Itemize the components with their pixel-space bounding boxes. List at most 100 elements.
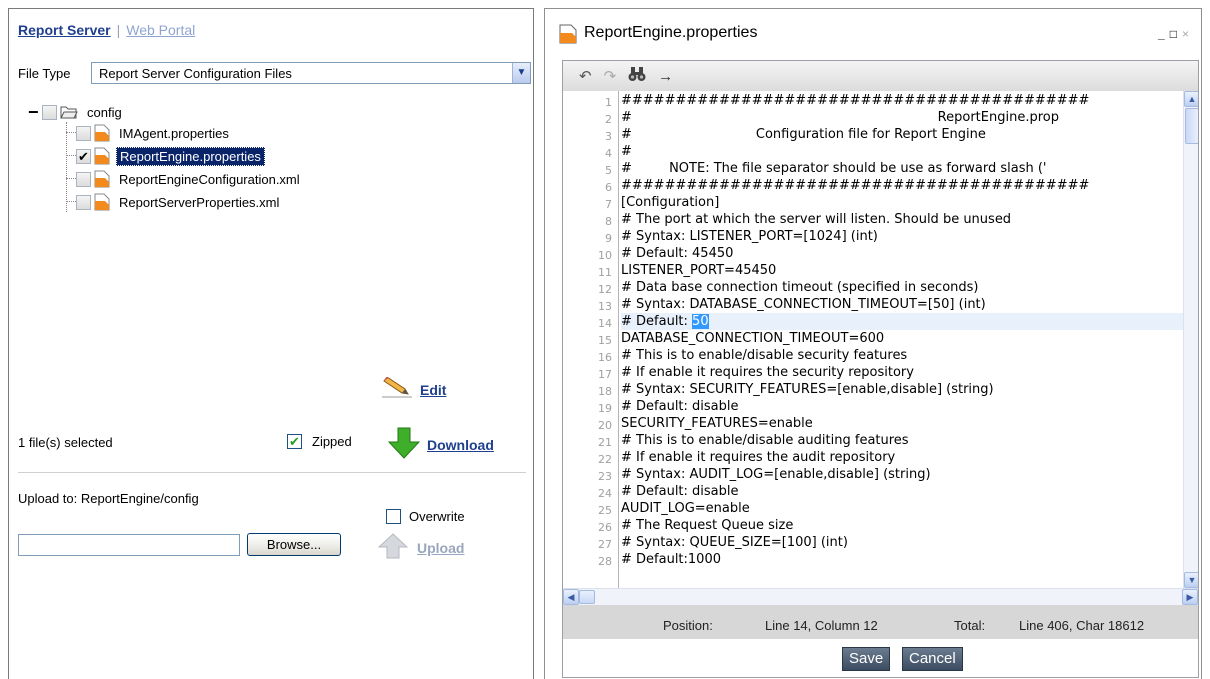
maximize-icon[interactable]: □ — [1170, 27, 1177, 41]
code-line[interactable]: # Syntax: LISTENER_PORT=[1024] (int) — [621, 228, 878, 245]
upload-arrow-icon[interactable] — [377, 533, 409, 562]
divider — [18, 472, 526, 473]
overwrite-checkbox[interactable] — [386, 509, 401, 524]
line-number: 27 — [598, 538, 612, 551]
code-line[interactable]: # Syntax: DATABASE_CONNECTION_TIMEOUT=[5… — [621, 296, 986, 313]
find-binoculars-icon[interactable] — [628, 66, 646, 86]
file-checkbox[interactable] — [76, 194, 91, 210]
code-line[interactable]: # — [621, 143, 632, 160]
goto-line-icon[interactable]: → — [658, 68, 673, 85]
horizontal-scroll-thumb[interactable] — [579, 590, 595, 604]
zipped-option[interactable]: ✔ Zipped — [287, 434, 352, 449]
collapse-icon[interactable]: − — [28, 103, 42, 121]
tab-report-server[interactable]: Report Server — [18, 22, 111, 38]
scroll-up-icon[interactable]: ▲ — [1184, 91, 1198, 107]
vertical-scrollbar[interactable]: ▲ ▼ — [1183, 91, 1198, 588]
zipped-label: Zipped — [312, 434, 352, 449]
code-line[interactable]: # Default:1000 — [621, 551, 721, 568]
code-line[interactable]: # Syntax: QUEUE_SIZE=[100] (int) — [621, 534, 848, 551]
pencil-icon[interactable] — [382, 376, 412, 402]
position-value: Line 14, Column 12 — [765, 618, 878, 633]
file-type-select[interactable]: Report Server Configuration Files ▼ — [91, 62, 531, 84]
horizontal-scrollbar[interactable]: ◀ ▶ — [563, 588, 1198, 605]
scroll-down-icon[interactable]: ▼ — [1184, 572, 1198, 588]
tree-item-label: ReportEngine.properties — [116, 146, 265, 166]
code-line[interactable]: # The port at which the server will list… — [621, 211, 1011, 228]
code-line[interactable]: # Default: disable — [621, 483, 739, 500]
line-number: 5 — [605, 164, 612, 177]
file-checkbox[interactable] — [76, 125, 91, 141]
code-line[interactable]: # NOTE: The file separator should be use… — [621, 160, 1047, 177]
line-number: 7 — [605, 198, 612, 211]
tree-item[interactable]: IMAgent.properties — [76, 123, 232, 143]
minimize-icon[interactable]: _ — [1158, 27, 1165, 41]
upload-link[interactable]: Upload — [417, 540, 464, 556]
scroll-right-icon[interactable]: ▶ — [1182, 589, 1198, 605]
vertical-scroll-thumb[interactable] — [1185, 108, 1198, 144]
tree-item[interactable]: ✔ ReportEngine.properties — [76, 146, 265, 166]
tree-item[interactable]: ReportEngineConfiguration.xml — [76, 169, 303, 189]
code-line[interactable]: # Data base connection timeout (specifie… — [621, 279, 979, 296]
code-line[interactable]: LISTENER_PORT=45450 — [621, 262, 776, 279]
code-line[interactable]: # Configuration file for Report Engine — [621, 126, 986, 143]
code-line[interactable]: # Default: 45450 — [621, 245, 733, 262]
tree-item-label: IMAgent.properties — [119, 125, 229, 141]
line-number: 20 — [598, 419, 612, 432]
line-number: 19 — [598, 402, 612, 415]
close-icon[interactable]: × — [1182, 27, 1189, 41]
upload-action[interactable]: Upload — [377, 533, 464, 562]
download-arrow-icon[interactable] — [387, 427, 421, 462]
edit-action[interactable]: Edit — [382, 376, 446, 402]
save-button[interactable]: Save — [842, 647, 891, 671]
line-number: 1 — [605, 96, 612, 109]
code-line[interactable]: # Default: disable — [621, 398, 739, 415]
code-line[interactable]: # If enable it requires the security rep… — [621, 364, 914, 381]
code-line[interactable]: # Default: 50 — [621, 313, 1183, 330]
cancel-button[interactable]: Cancel — [902, 647, 963, 671]
code-line[interactable]: ########################################… — [621, 177, 1089, 194]
zipped-checkbox[interactable]: ✔ — [287, 434, 302, 449]
line-number: 10 — [598, 249, 612, 262]
redo-icon[interactable]: ↷ — [604, 67, 617, 85]
tree-connector — [66, 178, 76, 179]
tab-web-portal[interactable]: Web Portal — [126, 22, 195, 38]
scroll-left-icon[interactable]: ◀ — [563, 589, 579, 605]
code-line[interactable]: [Configuration] — [621, 194, 719, 211]
editor-titlebar: ReportEngine.properties _ □ × — [545, 9, 1201, 51]
tree-root[interactable]: − config — [28, 102, 125, 122]
overwrite-option[interactable]: Overwrite — [386, 509, 465, 524]
code-line[interactable]: # Syntax: AUDIT_LOG=[enable,disable] (st… — [621, 466, 931, 483]
editor-toolbar: ↶ ↷ → — [563, 61, 1198, 91]
edit-link[interactable]: Edit — [420, 382, 446, 398]
code-line[interactable]: # This is to enable/disable security fea… — [621, 347, 907, 364]
selected-text: 50 — [692, 314, 709, 329]
code-line[interactable]: AUDIT_LOG=enable — [621, 500, 750, 517]
code-line[interactable]: # If enable it requires the audit reposi… — [621, 449, 895, 466]
code-line[interactable]: DATABASE_CONNECTION_TIMEOUT=600 — [621, 330, 884, 347]
download-action[interactable]: Download — [387, 427, 494, 462]
root-checkbox[interactable] — [42, 104, 57, 120]
browse-button[interactable]: Browse... — [247, 533, 341, 556]
download-link[interactable]: Download — [427, 437, 494, 453]
undo-icon[interactable]: ↶ — [579, 67, 592, 85]
line-number: 3 — [605, 130, 612, 143]
chevron-down-icon[interactable]: ▼ — [512, 63, 530, 83]
file-checkbox[interactable] — [76, 171, 91, 187]
code-line[interactable]: # Syntax: SECURITY_FEATURES=[enable,disa… — [621, 381, 994, 398]
code-line[interactable]: # This is to enable/disable auditing fea… — [621, 432, 909, 449]
line-number: 2 — [605, 113, 612, 126]
line-number: 22 — [598, 453, 612, 466]
code-line[interactable]: SECURITY_FEATURES=enable — [621, 415, 813, 432]
line-number: 14 — [598, 317, 612, 330]
upload-file-path-input[interactable] — [18, 534, 240, 556]
code-line[interactable]: # ReportEngine.prop — [621, 109, 1059, 126]
line-number: 9 — [605, 232, 612, 245]
tree-item[interactable]: ReportServerProperties.xml — [76, 192, 282, 212]
code-line[interactable]: # The Request Queue size — [621, 517, 793, 534]
line-number: 18 — [598, 385, 612, 398]
code-editor[interactable]: 1 2 3 4 5 6 7 8 9 10 11 12 13 14 15 16 17 18 19 20 21 22 23 24 2… — [563, 91, 1198, 588]
properties-file-icon — [94, 124, 110, 142]
code-line[interactable]: ########################################… — [621, 92, 1089, 109]
tree-root-label: config — [87, 104, 122, 120]
file-checkbox[interactable]: ✔ — [76, 148, 91, 164]
